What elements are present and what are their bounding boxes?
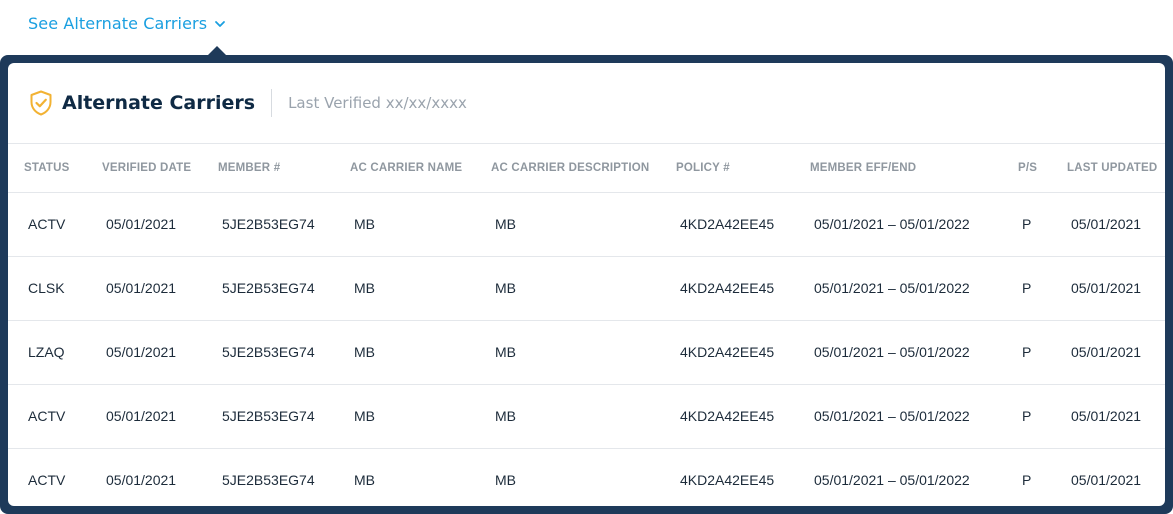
column-header-verified-date[interactable]: VERIFIED DATE [86, 144, 202, 192]
chevron-down-icon [215, 20, 226, 27]
cell-ps: P [1022, 216, 1032, 232]
table-row[interactable]: ACTV 05/01/2021 5JE2B53EG74 MB MB 4KD2A4… [8, 192, 1165, 256]
header-divider [271, 89, 273, 117]
cell-last-updated: 05/01/2021 [1071, 280, 1142, 296]
cell-member-number: 5JE2B53EG74 [222, 344, 315, 360]
cell-member-eff-end: 05/01/2021 – 05/01/2022 [814, 280, 970, 296]
cell-status: ACTV [28, 216, 66, 232]
alternate-carriers-card: Alternate Carriers Last Verified xx/xx/x… [8, 63, 1165, 506]
cell-last-updated: 05/01/2021 [1071, 216, 1142, 232]
column-header-ac-carrier-description[interactable]: AC CARRIER DESCRIPTION [475, 144, 660, 192]
cell-member-eff-end: 05/01/2021 – 05/01/2022 [814, 408, 970, 424]
table-row[interactable]: LZAQ 05/01/2021 5JE2B53EG74 MB MB 4KD2A4… [8, 320, 1165, 384]
card-header: Alternate Carriers Last Verified xx/xx/x… [8, 63, 1165, 144]
column-header-status[interactable]: STATUS [8, 144, 86, 192]
cell-ac-carrier-description: MB [495, 472, 516, 489]
see-alternate-carriers-toggle[interactable]: See Alternate Carriers [28, 14, 227, 33]
column-header-ac-carrier-name[interactable]: AC CARRIER NAME [334, 144, 475, 192]
cell-member-number: 5JE2B53EG74 [222, 472, 315, 489]
cell-status: ACTV [28, 408, 66, 424]
column-header-member-eff-end[interactable]: MEMBER EFF/END [794, 144, 1002, 192]
table-row[interactable]: ACTV 05/01/2021 5JE2B53EG74 MB MB 4KD2A4… [8, 448, 1165, 506]
cell-member-number: 5JE2B53EG74 [222, 216, 315, 232]
cell-ps: P [1022, 408, 1032, 424]
column-header-ps[interactable]: P/S [1002, 144, 1051, 192]
last-verified-text: Last Verified xx/xx/xxxx [288, 94, 467, 112]
cell-verified-date: 05/01/2021 [106, 344, 177, 360]
cell-ac-carrier-name: MB [354, 472, 375, 489]
cell-member-number: 5JE2B53EG74 [222, 280, 315, 296]
cell-last-updated: 05/01/2021 [1071, 344, 1142, 360]
cell-verified-date: 05/01/2021 [106, 408, 177, 424]
cell-policy-number: 4KD2A42EE45 [680, 344, 775, 360]
cell-ac-carrier-name: MB [354, 216, 375, 232]
cell-ps: P [1022, 472, 1032, 489]
toggle-label: See Alternate Carriers [28, 14, 208, 33]
cell-ac-carrier-description: MB [495, 280, 516, 296]
cell-ac-carrier-description: MB [495, 216, 516, 232]
column-header-policy-number[interactable]: POLICY # [660, 144, 794, 192]
cell-policy-number: 4KD2A42EE45 [680, 216, 775, 232]
column-header-member-number[interactable]: MEMBER # [202, 144, 334, 192]
cell-verified-date: 05/01/2021 [106, 216, 177, 232]
table-row[interactable]: ACTV 05/01/2021 5JE2B53EG74 MB MB 4KD2A4… [8, 384, 1165, 448]
cell-member-eff-end: 05/01/2021 – 05/01/2022 [814, 344, 970, 360]
cell-ac-carrier-name: MB [354, 408, 375, 424]
cell-status: CLSK [28, 280, 65, 296]
cell-last-updated: 05/01/2021 [1071, 472, 1142, 489]
cell-verified-date: 05/01/2021 [106, 472, 177, 489]
shield-check-icon [30, 90, 52, 116]
cell-ac-carrier-description: MB [495, 344, 516, 360]
cell-ac-carrier-name: MB [354, 280, 375, 296]
cell-status: ACTV [28, 472, 66, 489]
table-header-row: STATUS VERIFIED DATE MEMBER # AC CARRIER… [8, 144, 1165, 192]
cell-ps: P [1022, 344, 1032, 360]
cell-ac-carrier-description: MB [495, 408, 516, 424]
cell-last-updated: 05/01/2021 [1071, 408, 1142, 424]
cell-status: LZAQ [28, 344, 65, 360]
alternate-carriers-panel: Alternate Carriers Last Verified xx/xx/x… [0, 55, 1173, 514]
cell-member-eff-end: 05/01/2021 – 05/01/2022 [814, 472, 970, 489]
cell-verified-date: 05/01/2021 [106, 280, 177, 296]
card-title: Alternate Carriers [62, 92, 256, 114]
cell-ac-carrier-name: MB [354, 344, 375, 360]
table-row[interactable]: CLSK 05/01/2021 5JE2B53EG74 MB MB 4KD2A4… [8, 256, 1165, 320]
cell-policy-number: 4KD2A42EE45 [680, 472, 775, 489]
cell-ps: P [1022, 280, 1032, 296]
cell-policy-number: 4KD2A42EE45 [680, 280, 775, 296]
alternate-carriers-table: STATUS VERIFIED DATE MEMBER # AC CARRIER… [8, 144, 1165, 506]
column-header-last-updated[interactable]: LAST UPDATED [1051, 144, 1165, 192]
cell-policy-number: 4KD2A42EE45 [680, 408, 775, 424]
cell-member-eff-end: 05/01/2021 – 05/01/2022 [814, 216, 970, 232]
cell-member-number: 5JE2B53EG74 [222, 408, 315, 424]
